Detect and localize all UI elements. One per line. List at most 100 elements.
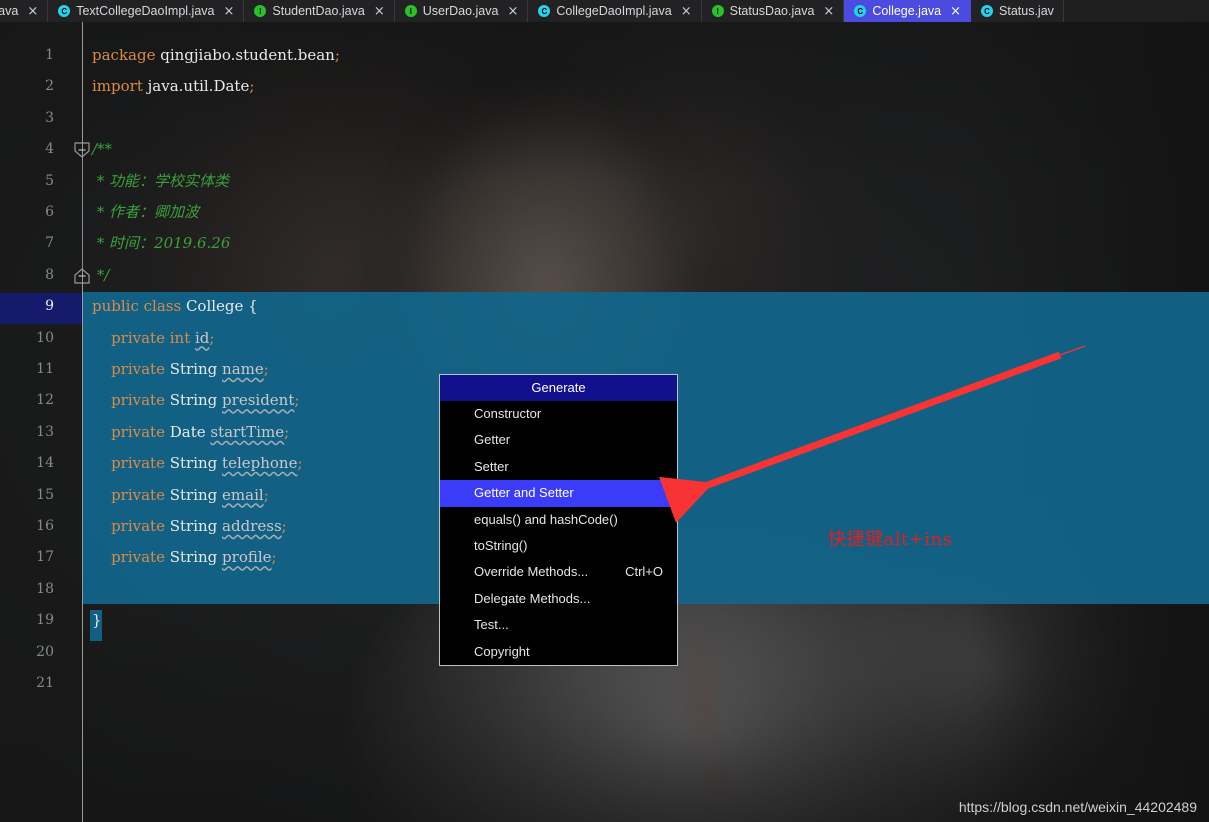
close-icon[interactable]: × — [374, 5, 385, 18]
fold-region-line — [81, 156, 83, 270]
code-token: ; — [297, 454, 303, 473]
code-token: address — [222, 517, 282, 535]
class-icon: C — [58, 5, 71, 17]
line-number: 9 — [45, 298, 54, 315]
code-line-4[interactable]: /** — [92, 134, 112, 165]
interface-icon: I — [254, 5, 267, 17]
editor-tab-label: UserDao.java — [422, 4, 499, 18]
menu-item-delegate-methods[interactable]: Delegate Methods... — [440, 586, 677, 612]
code-token: String — [169, 548, 223, 567]
fold-marker-expanded[interactable] — [74, 268, 90, 284]
code-line-15[interactable]: private String email; — [92, 480, 269, 511]
code-token: private — [92, 485, 170, 504]
menu-item-constructor[interactable]: Constructor — [440, 401, 677, 427]
code-token: String — [169, 485, 223, 504]
menu-item-equals-and-hashcode[interactable]: equals() and hashCode() — [440, 507, 677, 533]
close-icon[interactable]: × — [823, 5, 834, 18]
close-icon[interactable]: × — [223, 5, 234, 18]
close-icon[interactable]: × — [681, 5, 692, 18]
code-line-10[interactable]: private int id; — [92, 323, 214, 354]
line-number: 11 — [36, 361, 54, 377]
code-token: id — [195, 328, 210, 347]
line-number: 18 — [36, 580, 54, 597]
watermark-url: https://blog.csdn.net/weixin_44202489 — [958, 799, 1197, 815]
code-line-2[interactable]: import java.util.Date; — [92, 71, 254, 102]
editor-tab-collegedaoimpl-java[interactable]: C CollegeDaoImpl.java × — [528, 0, 702, 22]
close-icon[interactable]: × — [507, 5, 518, 18]
interface-icon: I — [404, 5, 417, 17]
menu-item-label: Copyright — [474, 643, 530, 659]
menu-item-tostring[interactable]: toString() — [440, 533, 677, 559]
code-token: { — [243, 297, 258, 316]
code-line-17[interactable]: private String profile; — [92, 542, 277, 573]
editor-tab-studentdao-java[interactable]: I StudentDao.java × — [244, 0, 395, 22]
menu-item-getter[interactable]: Getter — [440, 427, 677, 453]
fold-marker-expanded[interactable] — [74, 142, 90, 158]
code-token: String — [169, 391, 223, 410]
line-number: 6 — [45, 204, 54, 220]
code-token: telephone — [222, 454, 298, 473]
code-token: email — [222, 485, 264, 504]
code-line-12[interactable]: private String president; — [92, 385, 299, 416]
code-token: * 作者：卿加波 — [92, 203, 200, 221]
code-token: ; — [334, 46, 340, 64]
editor-tab-label: ao.java — [0, 4, 19, 18]
menu-item-label: Getter — [474, 432, 511, 448]
menu-item-copyright[interactable]: Copyright — [440, 639, 677, 665]
line-number: 10 — [36, 329, 54, 346]
editor-tab-status-jav[interactable]: C Status.jav — [971, 0, 1064, 22]
editor-tab-textcollegedaoimpl-java[interactable]: C TextCollegeDaoImpl.java × — [48, 0, 245, 22]
code-token: ; — [263, 485, 269, 504]
class-icon: C — [854, 5, 867, 17]
menu-item-test[interactable]: Test... — [440, 612, 677, 638]
editor-tab-statusdao-java[interactable]: I StatusDao.java × — [701, 0, 845, 22]
editor-tab-ao-java[interactable]: ao.java × — [0, 0, 49, 22]
line-number: 13 — [36, 423, 54, 440]
menu-item-getter-and-setter[interactable]: Getter and Setter — [440, 480, 677, 507]
line-number: 20 — [36, 643, 54, 660]
code-line-6[interactable]: * 作者：卿加波 — [92, 197, 199, 228]
code-line-9[interactable]: public class College { — [92, 291, 258, 322]
code-line-19[interactable]: } — [92, 605, 102, 636]
code-token: private — [92, 454, 170, 473]
code-line-7[interactable]: * 时间：2019.6.26 — [92, 228, 231, 259]
close-icon[interactable]: × — [950, 5, 961, 18]
line-number: 15 — [36, 486, 54, 503]
code-token: private — [92, 360, 170, 378]
editor-tab-college-java[interactable]: C College.java × — [844, 0, 972, 22]
code-token: ; — [271, 548, 277, 567]
code-line-1[interactable]: package qingjiabo.student.bean; — [92, 40, 340, 71]
menu-item-label: Constructor — [474, 406, 542, 421]
menu-item-override-methods[interactable]: Override Methods... Ctrl+O — [440, 559, 677, 585]
editor-tab-label: CollegeDaoImpl.java — [556, 4, 672, 18]
menu-item-label: Override Methods... — [474, 564, 589, 580]
code-token: private int — [92, 328, 195, 347]
code-line-11[interactable]: private String name; — [92, 354, 269, 385]
editor-tab-userdao-java[interactable]: I UserDao.java × — [394, 0, 529, 22]
code-token: profile — [222, 548, 272, 567]
line-number: 17 — [36, 549, 54, 566]
code-line-13[interactable]: private Date startTime; — [92, 417, 289, 448]
code-token: java.util.Date — [147, 77, 250, 96]
close-icon[interactable]: × — [27, 5, 38, 18]
code-line-14[interactable]: private String telephone; — [92, 448, 303, 479]
menu-item-shortcut: Ctrl+O — [625, 564, 663, 580]
code-token: */ — [92, 265, 110, 284]
menu-item-setter[interactable]: Setter — [440, 454, 677, 480]
code-token: startTime — [210, 422, 285, 441]
code-line-8[interactable]: */ — [92, 260, 110, 291]
editor-tab-label: Status.jav — [999, 4, 1054, 18]
line-number: 21 — [36, 675, 54, 691]
code-token: ; — [263, 360, 269, 378]
code-token: * 功能：学校实体类 — [92, 171, 230, 190]
editor-tab-bar[interactable]: ao.java × C TextCollegeDaoImpl.java × I Studen… — [0, 0, 1209, 22]
code-token: /** — [92, 140, 113, 159]
line-number: 19 — [36, 612, 54, 629]
code-token: ; — [294, 391, 300, 410]
class-icon: C — [981, 5, 994, 17]
code-line-5[interactable]: * 功能：学校实体类 — [92, 166, 229, 197]
line-number: 3 — [45, 109, 54, 126]
generate-menu-title: Generate — [440, 375, 677, 401]
code-line-16[interactable]: private String address; — [92, 511, 287, 542]
generate-popup-menu[interactable]: Generate Constructor Getter Setter Getter a… — [439, 374, 678, 666]
